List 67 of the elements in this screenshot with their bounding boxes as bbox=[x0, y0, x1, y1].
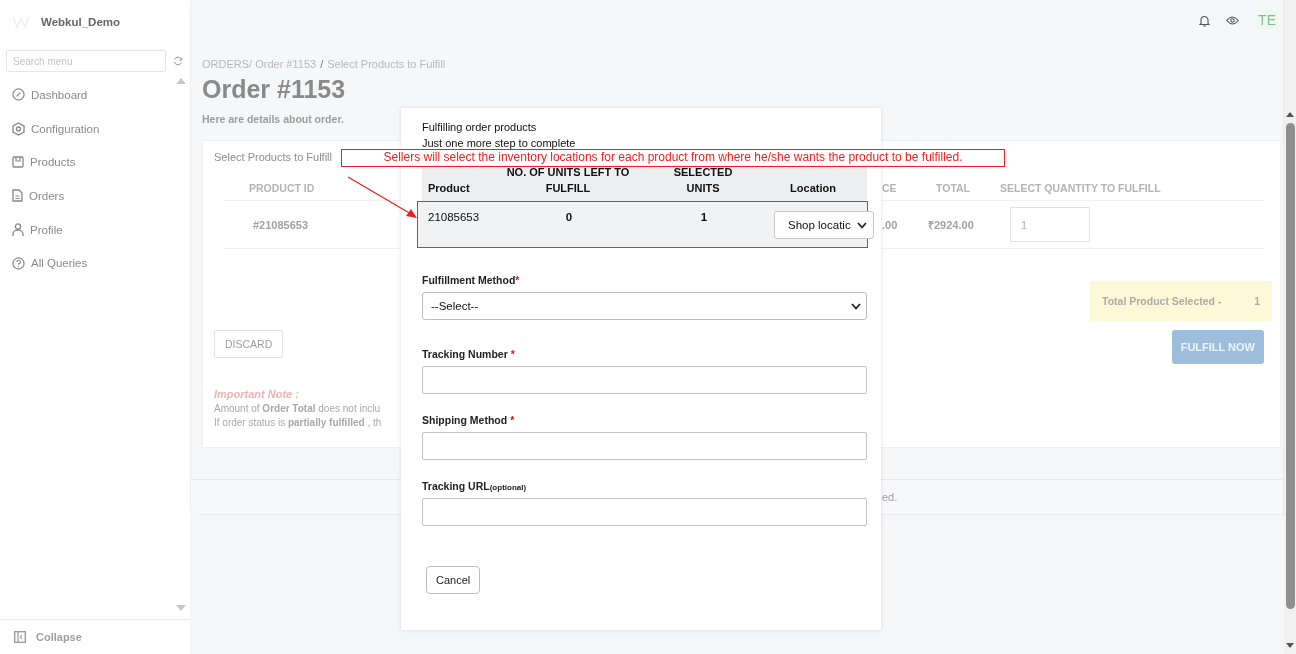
table-cell: #21085653 bbox=[253, 218, 309, 231]
discard-button[interactable]: DISCARD bbox=[214, 330, 284, 358]
annotation-callout: Sellers will select the inventory locations for each product from where he/she wants the product to be fulfilled. bbox=[341, 149, 1005, 167]
sidebar-item[interactable]: Products bbox=[0, 145, 190, 180]
column-header: SELECTED UNITS bbox=[672, 165, 734, 196]
scroll-up-icon[interactable] bbox=[1286, 112, 1294, 117]
page-title: Order #1153 bbox=[202, 75, 347, 104]
field-label: Tracking Number * bbox=[422, 348, 516, 360]
chevron-icon bbox=[851, 302, 861, 310]
breadcrumb-separator: / bbox=[320, 58, 324, 70]
search-field[interactable]: Search menu bbox=[6, 50, 166, 72]
chevron-icon bbox=[856, 221, 867, 229]
dialog-subtitle: Just one more step to complete bbox=[422, 136, 577, 151]
table-cell-text: 0 bbox=[564, 211, 574, 223]
method-dropdown[interactable]: --Select-- bbox=[422, 292, 867, 320]
table-cell-text: 21085653 bbox=[427, 211, 481, 223]
column-header: TOTAL bbox=[936, 181, 972, 194]
input-field[interactable] bbox=[422, 498, 867, 526]
field-label: Fulfillment Method* bbox=[422, 274, 521, 286]
sidebar-item[interactable]: Configuration bbox=[0, 111, 190, 146]
note-text: If order status is partially fulfilled , th bbox=[214, 417, 383, 428]
column-header: Location bbox=[789, 181, 837, 196]
scrollbar[interactable] bbox=[1284, 0, 1296, 654]
annotation-arrow bbox=[347, 176, 419, 220]
cancel-button[interactable]: Cancel bbox=[426, 566, 481, 594]
quantity-field[interactable]: 1 bbox=[1010, 207, 1090, 242]
field-label: Shipping Method * bbox=[422, 414, 516, 426]
eye-icon[interactable] bbox=[1226, 15, 1240, 25]
collapse-button[interactable]: Collapse bbox=[0, 619, 190, 654]
refresh-icon[interactable] bbox=[173, 56, 183, 66]
total-value: 1 bbox=[1254, 295, 1260, 307]
box-icon bbox=[12, 156, 24, 169]
scroll-down-icon[interactable] bbox=[1286, 643, 1294, 648]
column-header: NO. OF UNITS LEFT TO FULFILL bbox=[505, 165, 631, 196]
document-icon bbox=[12, 189, 23, 203]
person-icon bbox=[12, 223, 24, 237]
collapse-icon bbox=[14, 631, 26, 643]
dialog-title: Fulfilling order products bbox=[422, 120, 538, 135]
brand-name: Webkul_Demo bbox=[41, 16, 121, 28]
gauge-icon bbox=[12, 88, 25, 102]
column-header: SELECT QUANTITY TO FULFILL bbox=[1000, 181, 1161, 194]
footer-text: ed. bbox=[882, 491, 898, 503]
table-cell-text: ₹2924.00 bbox=[928, 218, 975, 232]
bell-icon[interactable] bbox=[1199, 13, 1211, 27]
input-field[interactable] bbox=[422, 432, 867, 460]
user-avatar[interactable]: TE bbox=[1255, 10, 1279, 30]
input-field[interactable] bbox=[422, 366, 867, 394]
sidebar-item[interactable]: Profile bbox=[0, 212, 190, 247]
column-header: CE bbox=[882, 181, 898, 194]
hexagon-icon bbox=[12, 121, 25, 136]
table-cell-text: 1 bbox=[699, 211, 709, 223]
page-subtitle: Here are details about order. bbox=[202, 113, 345, 125]
column-header: PRODUCT ID bbox=[249, 181, 315, 194]
note-title: Important Note : bbox=[214, 388, 300, 400]
column-header: Product bbox=[427, 181, 471, 196]
note-text: Amount of Order Total does not inclu bbox=[214, 403, 381, 414]
breadcrumb-link[interactable]: ORDERS/ Order #1153 bbox=[202, 58, 317, 70]
table-cell-text: .00 bbox=[882, 218, 899, 231]
sidebar-item[interactable]: Dashboard bbox=[0, 78, 190, 112]
breadcrumb-current: Select Products to Fulfill bbox=[327, 58, 446, 70]
sidebar-item[interactable]: All Queries bbox=[0, 246, 190, 281]
help-icon bbox=[12, 256, 25, 270]
sidebar-item[interactable]: Orders bbox=[0, 179, 190, 213]
location-dropdown[interactable]: Shop locatic bbox=[774, 211, 874, 239]
total-label: Total Product Selected - bbox=[1102, 295, 1222, 307]
scrollbar-thumb[interactable] bbox=[1285, 123, 1295, 609]
field-label: Tracking URL(optional) bbox=[422, 480, 528, 492]
